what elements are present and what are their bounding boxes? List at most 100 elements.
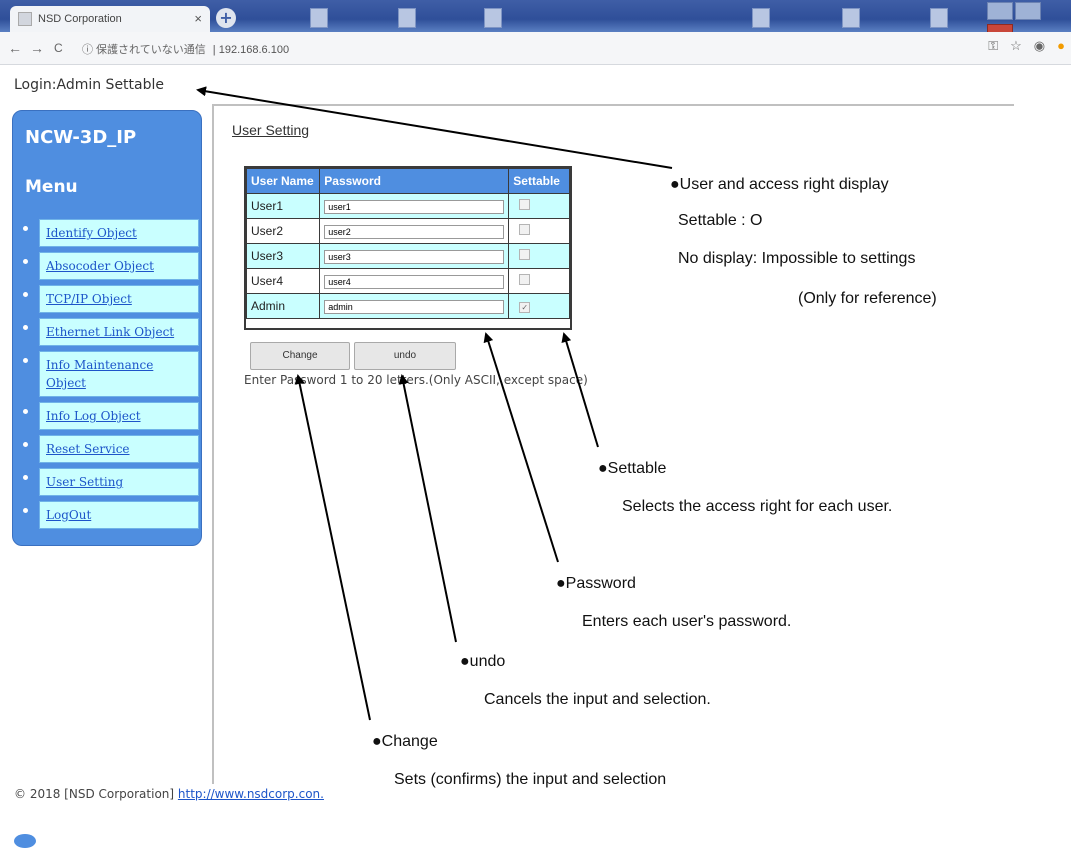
security-label[interactable]: ⓘ 保護されていない通信 [82,44,206,56]
star-icon[interactable]: ☆ [1010,38,1022,53]
menu-item-reset-service[interactable]: Reset Service [23,435,199,463]
taskbar-app-icon[interactable] [398,8,416,28]
chat-bubble-icon[interactable] [14,834,36,848]
table-row: User2 [245,218,570,244]
user-table: User Name Password Settable User1 User2 … [244,166,572,330]
page-title: User Setting [232,122,310,138]
toolbar-icons: ⚿ ☆ ◉ ● [976,38,1065,54]
tab-close-icon[interactable]: × [194,6,202,32]
menu-item-label[interactable]: Absocoder Object [39,252,199,280]
password-cell [319,218,510,244]
menu-item-user-setting[interactable]: User Setting [23,468,199,496]
taskbar-app-icon[interactable] [752,8,770,28]
column-header-user-name: User Name [245,168,321,194]
annotation-access-line1: Settable : O [678,212,763,229]
taskbar-app-icon[interactable] [842,8,860,28]
window-controls [985,2,1065,42]
bullet-icon [23,292,28,297]
bullet-icon [23,358,28,363]
password-input[interactable] [324,299,505,314]
forward-icon[interactable]: → [30,40,44,56]
settable-cell [508,193,570,219]
annotation-settable-title: ●Settable [598,460,667,477]
table-row: User3 [245,243,570,269]
column-header-settable: Settable [508,168,570,194]
column-header-password: Password [319,168,510,194]
settable-checkbox[interactable] [519,224,531,235]
user-name-cell: User3 [245,243,321,269]
settable-checkbox[interactable] [519,199,531,210]
menu-item-label[interactable]: Identify Object [39,219,199,247]
bullet-icon [23,475,28,480]
menu-item-label[interactable]: Ethernet Link Object [39,318,199,346]
user-name-cell: User1 [245,193,321,219]
table-row: Admin ✓ [245,293,570,319]
annotation-change-title: ●Change [372,733,438,750]
favicon-icon [18,12,32,27]
password-cell [319,268,510,294]
account-icon[interactable]: ◉ [1034,38,1045,53]
annotation-password-desc: Enters each user's password. [582,613,792,630]
reload-icon[interactable]: C [54,41,63,55]
browser-tab[interactable]: NSD Corporation × [10,6,210,32]
tab-title: NSD Corporation [38,13,122,25]
menu-item-label[interactable]: LogOut [39,501,199,529]
menu-item-ethernet-link-object[interactable]: Ethernet Link Object [23,318,199,346]
menu-item-label[interactable]: Info Maintenance Object [39,351,199,397]
menu-item-identify-object[interactable]: Identify Object [23,219,199,247]
settable-checkbox-checked[interactable]: ✓ [519,302,531,313]
bullet-icon [23,259,28,264]
menu-item-label[interactable]: Info Log Object [39,402,199,430]
warning-icon[interactable]: ● [1057,38,1065,53]
url-field[interactable]: ⓘ 保護されていない通信 | 192.168.6.100 [82,41,289,57]
annotation-access-line3: (Only for reference) [798,290,937,307]
settable-cell [508,218,570,244]
back-icon[interactable]: ← [8,40,22,56]
settable-cell [508,243,570,269]
bullet-icon [23,226,28,231]
settable-checkbox[interactable] [519,249,531,260]
annotation-access-line2: No display: Impossible to settings [678,250,916,267]
taskbar-app-icon[interactable] [930,8,948,28]
menu-item-label[interactable]: Reset Service [39,435,199,463]
password-cell [319,193,510,219]
annotation-settable-desc: Selects the access right for each user. [622,498,893,515]
bullet-icon [23,508,28,513]
bullet-icon [23,442,28,447]
change-button[interactable]: Change [250,342,350,370]
login-status: Login:Admin Settable [14,77,165,93]
menu-heading: Menu [25,177,78,197]
taskbar-app-icon[interactable] [484,8,502,28]
password-input[interactable] [324,274,505,289]
menu-item-absocoder-object[interactable]: Absocoder Object [23,252,199,280]
user-name-cell: User4 [245,268,321,294]
password-cell [319,243,510,269]
new-tab-button[interactable]: + [216,8,236,28]
bullet-icon [23,409,28,414]
taskbar-app-icon[interactable] [310,8,328,28]
table-row: User4 [245,268,570,294]
undo-button[interactable]: undo [354,342,456,370]
settable-checkbox[interactable] [519,274,531,285]
menu-item-label[interactable]: User Setting [39,468,199,496]
password-input[interactable] [324,199,505,214]
user-name-cell: User2 [245,218,321,244]
annotation-password-title: ●Password [556,575,636,592]
maximize-button[interactable] [1015,2,1041,20]
footer-link[interactable]: http://www.nsdcorp.con. [178,787,324,801]
password-input[interactable] [324,249,505,264]
table-row: User1 [245,193,570,219]
menu-item-info-maintenance-object[interactable]: Info Maintenance Object [23,351,199,397]
menu-item-info-log-object[interactable]: Info Log Object [23,402,199,430]
password-input[interactable] [324,224,505,239]
menu-item-logout[interactable]: LogOut [23,501,199,529]
minimize-button[interactable] [987,2,1013,20]
copyright-text: © 2018 [NSD Corporation] [14,787,175,801]
menu-item-label[interactable]: TCP/IP Object [39,285,199,313]
annotation-undo-desc: Cancels the input and selection. [484,691,711,708]
menu-item-tcpip-object[interactable]: TCP/IP Object [23,285,199,313]
settable-cell [508,268,570,294]
key-icon[interactable]: ⚿ [988,38,998,53]
password-hint: Enter Password 1 to 20 letters.(Only ASC… [244,373,588,387]
settable-cell: ✓ [508,293,570,319]
